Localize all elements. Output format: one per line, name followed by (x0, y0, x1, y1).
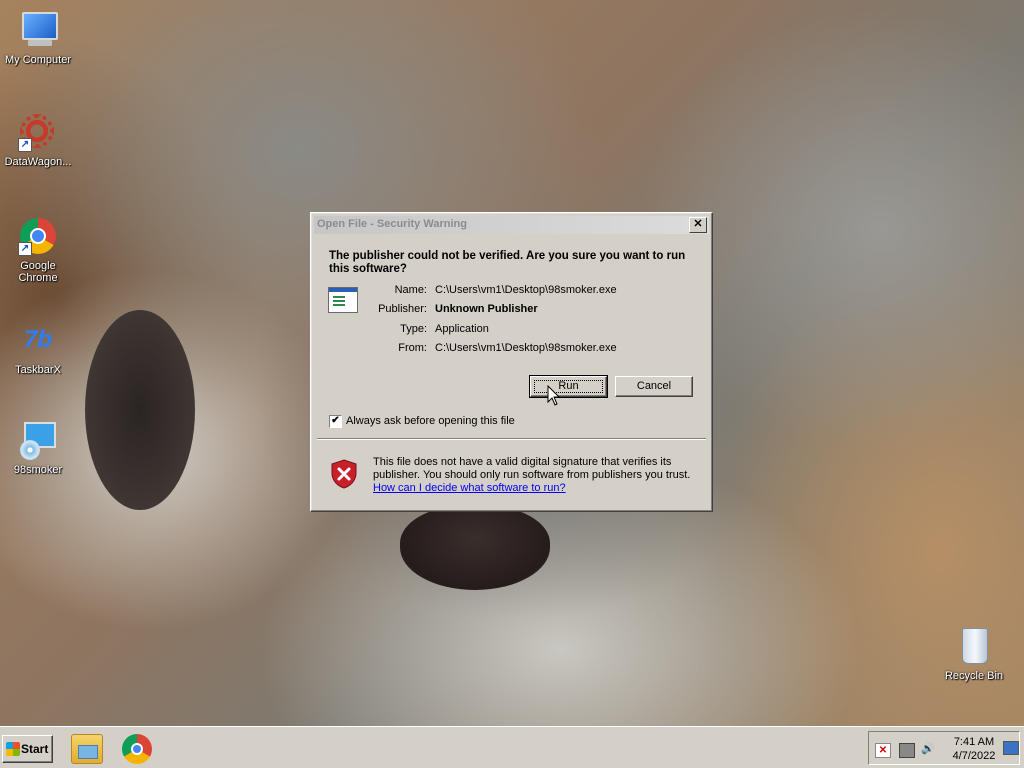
dialog-title: Open File - Security Warning (317, 218, 467, 230)
checkmark-icon: ✔ (331, 415, 340, 426)
type-value: Application (435, 323, 489, 335)
always-ask-checkbox[interactable]: ✔ (329, 415, 342, 428)
name-label: Name: (394, 284, 427, 296)
installer-icon (18, 420, 58, 460)
mouse-cursor-icon (547, 385, 561, 406)
close-button[interactable]: ✕ (689, 217, 707, 233)
run-button[interactable]: Run (529, 375, 608, 398)
help-link[interactable]: How can I decide what software to run? (373, 482, 566, 494)
security-warning-dialog: Open File - Security Warning ✕ The publi… (310, 212, 713, 512)
chrome-icon[interactable] (122, 734, 152, 764)
warning-text: This file does not have a valid digital … (373, 456, 691, 481)
dialog-titlebar[interactable]: Open File - Security Warning ✕ (314, 216, 709, 234)
wallpaper-paw (85, 310, 195, 510)
explorer-folder-icon[interactable] (71, 734, 103, 764)
volume-icon[interactable]: 🔊 (921, 743, 935, 756)
windows-logo-icon (6, 742, 20, 756)
cancel-button[interactable]: Cancel (615, 376, 693, 397)
desktop-icon-label: 98smoker (13, 464, 63, 476)
desktop-icon-label: TaskbarX (15, 364, 61, 376)
taskbarx-icon: 7b (23, 326, 52, 353)
name-value: C:\Users\vm1\Desktop\98smoker.exe (435, 284, 617, 296)
desktop-icon-label: My Computer (4, 54, 72, 66)
close-icon: ✕ (693, 218, 703, 230)
desktop-icon-label: Recycle Bin (944, 670, 1004, 682)
type-label: Type: (400, 323, 427, 335)
publisher-label: Publisher: (378, 303, 427, 315)
desktop-icon-label: DataWagon... (4, 156, 72, 168)
clock-time: 7:41 AM (953, 736, 995, 748)
dialog-heading: The publisher could not be verified. Are… (329, 250, 686, 275)
show-desktop-icon[interactable] (1003, 741, 1019, 755)
wallpaper-nose (400, 505, 550, 590)
cancel-button-label: Cancel (636, 380, 672, 392)
computer-icon (18, 10, 58, 50)
shield-warning-icon (331, 459, 357, 489)
desktop-icon-taskbarx[interactable]: 7b TaskbarX (0, 320, 76, 376)
start-label: Start (21, 742, 49, 756)
start-button[interactable]: Start (2, 735, 53, 763)
recycle-bin-icon (954, 626, 994, 666)
system-tray: ✕ 🔊 7:41 AM 4/7/2022 (868, 731, 1020, 765)
network-icon[interactable] (899, 743, 915, 758)
dialog-separator (317, 438, 706, 440)
clock-date: 4/7/2022 (952, 750, 996, 762)
desktop-icon-98smoker[interactable]: 98smoker (0, 420, 76, 476)
gear-icon: ↗ (18, 112, 58, 152)
always-ask-label[interactable]: Always ask before opening this file (346, 415, 515, 427)
chrome-icon: ↗ (18, 216, 58, 256)
clock[interactable]: 7:41 AM 4/7/2022 (941, 735, 1007, 763)
desktop-icon-google-chrome[interactable]: ↗ Google Chrome (0, 216, 76, 284)
action-center-flag-icon[interactable]: ✕ (875, 743, 891, 758)
from-label: From: (398, 342, 427, 354)
from-value: C:\Users\vm1\Desktop\98smoker.exe (435, 342, 617, 354)
desktop-icon-datawagon[interactable]: ↗ DataWagon... (0, 112, 76, 168)
taskbar: Start ✕ 🔊 7:41 AM 4/7/2022 (0, 726, 1024, 768)
desktop-icon-recycle-bin[interactable]: Recycle Bin (936, 626, 1012, 682)
desktop-icon-label: Google Chrome (18, 260, 58, 284)
publisher-value: Unknown Publisher (435, 303, 538, 315)
desktop-icon-my-computer[interactable]: My Computer (0, 10, 76, 66)
